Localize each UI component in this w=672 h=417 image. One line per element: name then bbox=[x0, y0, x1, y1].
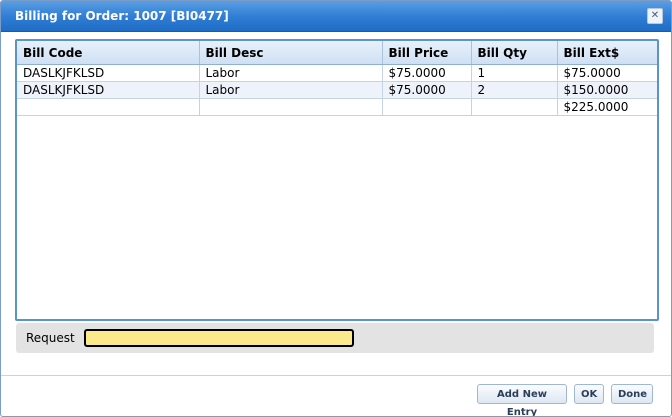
column-header-bill-desc[interactable]: Bill Desc bbox=[199, 41, 383, 65]
table-row[interactable]: DASLKJFKLSD Labor $75.0000 2 $150.0000 bbox=[17, 81, 657, 99]
billing-table: Bill Code Bill Desc Bill Price Bill Qty … bbox=[17, 41, 657, 116]
cell-bill-ext[interactable]: $150.0000 bbox=[557, 81, 657, 99]
cell-bill-ext[interactable]: $75.0000 bbox=[557, 64, 657, 82]
close-icon[interactable]: ✕ bbox=[647, 8, 663, 24]
cell-total-ext: $225.0000 bbox=[557, 98, 657, 116]
request-label: Request bbox=[26, 331, 75, 345]
table-total-row: $225.0000 bbox=[17, 98, 657, 116]
done-button[interactable]: Done bbox=[611, 384, 653, 404]
cell-bill-qty[interactable]: 1 bbox=[471, 64, 558, 82]
request-input[interactable] bbox=[84, 329, 354, 347]
billing-dialog: Billing for Order: 1007 [BI0477] ✕ Bill … bbox=[0, 0, 672, 417]
billing-grid: Bill Code Bill Desc Bill Price Bill Qty … bbox=[15, 39, 659, 321]
add-new-entry-button[interactable]: Add New Entry bbox=[477, 384, 567, 416]
cell-bill-price[interactable]: $75.0000 bbox=[382, 64, 472, 82]
footer-divider bbox=[1, 375, 671, 376]
cell-bill-price[interactable]: $75.0000 bbox=[382, 81, 472, 99]
cell-empty bbox=[199, 98, 383, 116]
dialog-titlebar[interactable]: Billing for Order: 1007 [BI0477] ✕ bbox=[1, 1, 671, 32]
cell-bill-code[interactable]: DASLKJFKLSD bbox=[17, 64, 200, 82]
table-row[interactable]: DASLKJFKLSD Labor $75.0000 1 $75.0000 bbox=[17, 64, 657, 82]
column-header-bill-price[interactable]: Bill Price bbox=[382, 41, 472, 65]
cell-bill-qty[interactable]: 2 bbox=[471, 81, 558, 99]
cell-empty bbox=[17, 98, 200, 116]
ok-button[interactable]: OK bbox=[574, 384, 604, 404]
cell-bill-code[interactable]: DASLKJFKLSD bbox=[17, 81, 200, 99]
table-header-row: Bill Code Bill Desc Bill Price Bill Qty … bbox=[17, 41, 657, 65]
column-header-bill-code[interactable]: Bill Code bbox=[17, 41, 200, 65]
cell-empty bbox=[382, 98, 472, 116]
column-header-bill-ext[interactable]: Bill Ext$ bbox=[557, 41, 657, 65]
dialog-title: Billing for Order: 1007 [BI0477] bbox=[15, 9, 229, 23]
cell-bill-desc[interactable]: Labor bbox=[199, 81, 383, 99]
cell-bill-desc[interactable]: Labor bbox=[199, 64, 383, 82]
cell-empty bbox=[471, 98, 558, 116]
request-bar: Request bbox=[16, 323, 654, 353]
column-header-bill-qty[interactable]: Bill Qty bbox=[471, 41, 558, 65]
